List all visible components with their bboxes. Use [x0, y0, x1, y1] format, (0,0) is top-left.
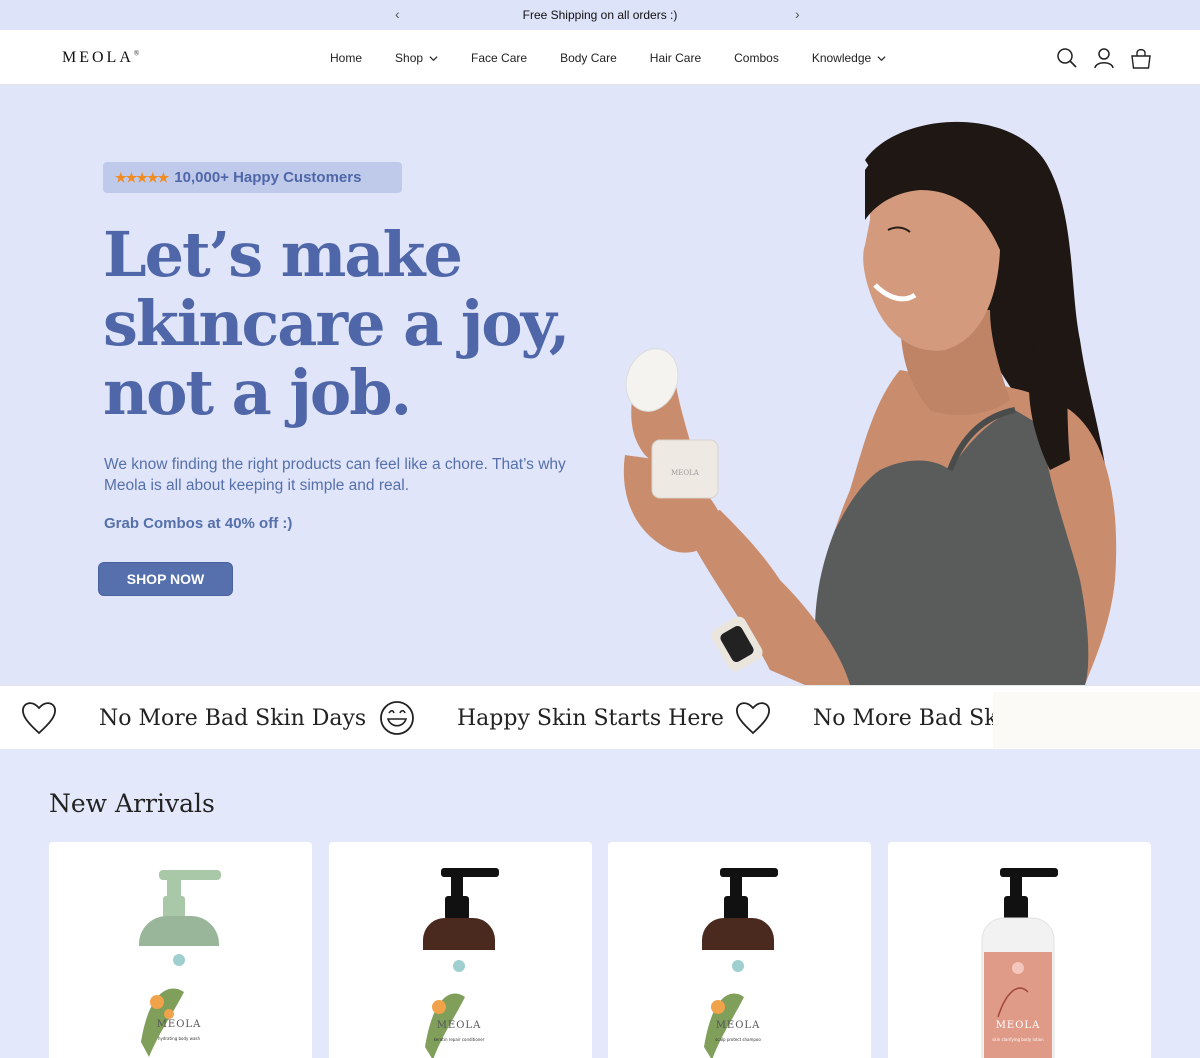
cart-icon[interactable] — [1130, 47, 1152, 69]
happy-customers-badge: ★★★★★ 10,000+ Happy Customers — [103, 162, 402, 193]
marquee-item: No More Bad Skir — [734, 698, 1015, 738]
combo-promo: Grab Combos at 40% off :) — [104, 515, 293, 532]
svg-text:MEOLA: MEOLA — [716, 1020, 761, 1031]
announcement-text: Free Shipping on all orders :) — [522, 8, 678, 22]
site-header: MEOLA® Home Shop Face Care Body Care Hai… — [0, 30, 1200, 85]
nav-face-care[interactable]: Face Care — [471, 51, 527, 65]
marquee-item: No More Bad Skin Days — [20, 698, 366, 738]
hero-model-image: MEOLA — [623, 121, 1117, 685]
product-image: MEOLA keratin repair conditioner — [423, 868, 499, 1058]
product-image: MEOLA scalp protect shampoo — [702, 868, 778, 1058]
logo[interactable]: MEOLA® — [62, 49, 139, 67]
nav-home[interactable]: Home — [330, 51, 362, 65]
announcement-bar: ‹ Free Shipping on all orders :) › — [0, 0, 1200, 30]
hero-headline: Let’s make skincare a joy, not a job. — [103, 218, 570, 429]
nav-body-care[interactable]: Body Care — [560, 51, 617, 65]
svg-text:MEOLA: MEOLA — [671, 469, 700, 477]
chevron-down-icon — [877, 55, 886, 61]
svg-text:MEOLA: MEOLA — [996, 1020, 1041, 1031]
heart-icon — [736, 702, 770, 735]
nav-knowledge[interactable]: Knowledge — [812, 51, 886, 65]
chevron-down-icon — [429, 55, 438, 61]
svg-text:hydrating body wash: hydrating body wash — [158, 1036, 201, 1041]
svg-text:skin clarifying body lotion: skin clarifying body lotion — [992, 1037, 1044, 1042]
chevron-left-icon[interactable]: ‹ — [395, 6, 400, 22]
heart-icon — [22, 702, 56, 735]
svg-text:scalp protect shampoo: scalp protect shampoo — [715, 1037, 761, 1042]
product-card[interactable]: MEOLA hydrating body wash — [49, 842, 312, 1058]
account-icon[interactable] — [1093, 47, 1115, 69]
svg-text:MEOLA: MEOLA — [437, 1020, 482, 1031]
main-nav: Home Shop Face Care Body Care Hair Care … — [330, 51, 919, 65]
product-card[interactable]: MEOLA skin clarifying body lotion — [888, 842, 1151, 1058]
marquee-overlay — [993, 692, 1200, 749]
marquee-item: Happy Skin Starts Here — [379, 698, 724, 738]
svg-text:MEOLA: MEOLA — [157, 1019, 202, 1030]
product-card[interactable]: MEOLA keratin repair conditioner — [329, 842, 592, 1058]
nav-hair-care[interactable]: Hair Care — [650, 51, 701, 65]
smiley-icon — [380, 701, 414, 735]
section-title: New Arrivals — [49, 789, 215, 818]
shop-now-button[interactable]: SHOP NOW — [98, 562, 233, 596]
nav-shop[interactable]: Shop — [395, 51, 438, 65]
chevron-right-icon[interactable]: › — [795, 6, 800, 22]
rating-stars-icon: ★★★★★ — [115, 169, 169, 185]
badge-text: 10,000+ Happy Customers — [174, 169, 362, 186]
nav-combos[interactable]: Combos — [734, 51, 779, 65]
product-image: MEOLA skin clarifying body lotion — [981, 868, 1058, 1058]
hero-banner: ★★★★★ 10,000+ Happy Customers Let’s make… — [0, 85, 1200, 685]
product-image: MEOLA hydrating body wash — [139, 870, 221, 1058]
search-icon[interactable] — [1056, 47, 1078, 69]
hero-subtext: We know finding the right products can f… — [104, 456, 566, 494]
benefits-marquee: No More Bad Skin Days Happy Skin Starts … — [0, 685, 1200, 749]
svg-text:keratin repair conditioner: keratin repair conditioner — [434, 1037, 485, 1042]
product-card[interactable]: MEOLA scalp protect shampoo — [608, 842, 871, 1058]
